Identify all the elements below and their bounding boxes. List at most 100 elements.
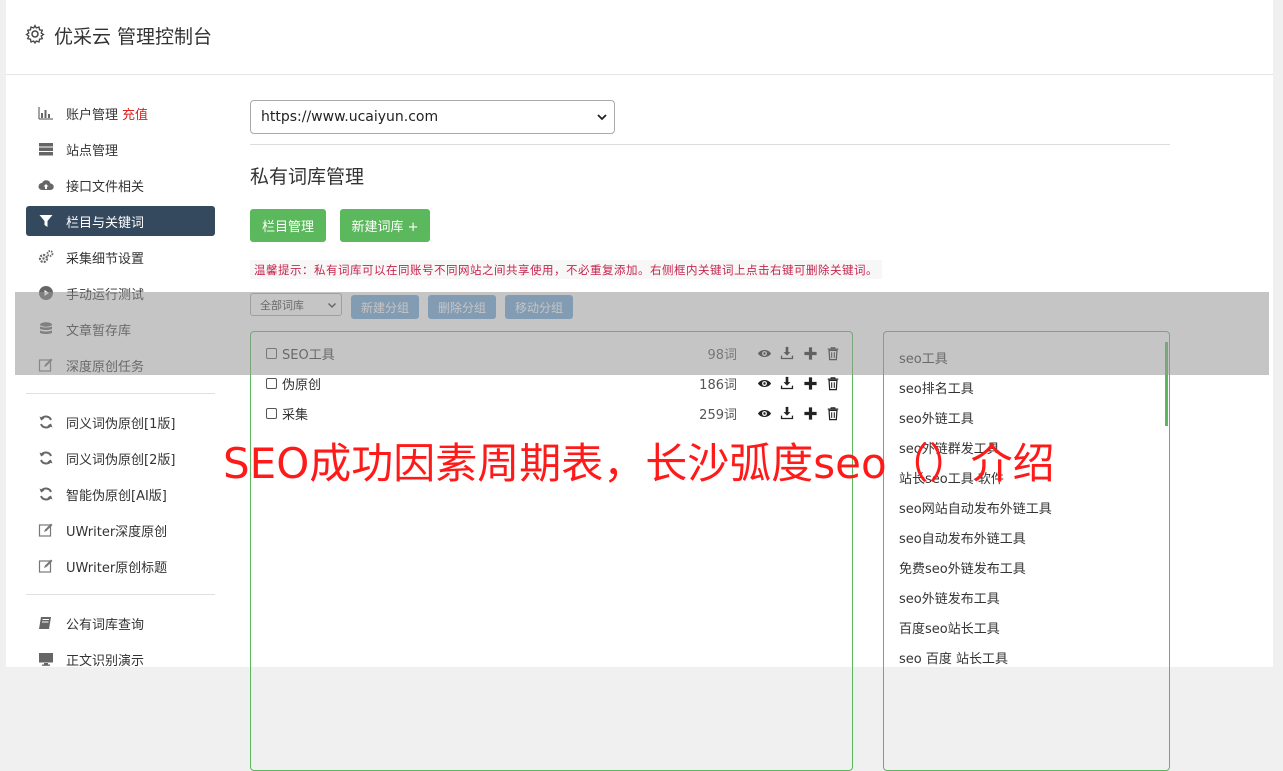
move-group-button[interactable]: 移动分组 xyxy=(505,295,573,319)
eye-icon[interactable] xyxy=(756,375,772,391)
bar-chart-icon xyxy=(38,105,54,121)
divider xyxy=(250,144,1170,145)
edit-icon xyxy=(38,357,54,373)
sidebar-item-label: 文章暂存库 xyxy=(66,323,132,339)
sidebar-item-label: 深度原创任务 xyxy=(66,359,145,375)
trash-icon[interactable] xyxy=(825,345,841,361)
sidebar-item-sites[interactable]: 站点管理 xyxy=(26,131,215,167)
sidebar-item-label: 采集细节设置 xyxy=(66,251,145,267)
lexicon-name[interactable]: 伪原创 xyxy=(282,374,321,393)
lexicon-checkbox[interactable] xyxy=(266,347,277,359)
refresh-icon xyxy=(38,486,54,502)
lexicon-list-panel: SEO工具 98词 伪原创 186词 采集 259词 xyxy=(250,331,853,771)
page-title: 优采云 管理控制台 xyxy=(54,26,213,48)
sidebar-item-label: 正文识别演示 xyxy=(66,653,145,669)
column-manage-button[interactable]: 栏目管理 xyxy=(250,209,326,242)
lexicon-checkbox[interactable] xyxy=(266,407,277,419)
site-select[interactable]: https://www.ucaiyun.com xyxy=(250,100,615,134)
keyword-item[interactable]: seo外链发布工具 xyxy=(899,588,1000,607)
keyword-item[interactable]: 站长seo工具 软件 xyxy=(899,468,1004,487)
header: 优采云 管理控制台 xyxy=(6,0,1273,75)
group-select[interactable]: 全部词库 xyxy=(250,293,342,316)
tip-text: 温馨提示：私有词库可以在同账号不同网站之间共享使用，不必重复添加。右侧框内关键词… xyxy=(250,260,882,279)
filter-icon xyxy=(38,213,54,229)
eye-icon[interactable] xyxy=(756,405,772,421)
sidebar-item-manual-run[interactable]: 手动运行测试 xyxy=(26,275,215,311)
keyword-item[interactable]: 免费seo外链发布工具 xyxy=(899,558,1026,577)
keyword-item[interactable]: seo外链群发工具 xyxy=(899,438,1000,457)
sidebar: 账户管理 充值 站点管理 接口文件相关 栏目与关键词 采集细节设置 手动运行测试… xyxy=(26,95,215,677)
sidebar-item-ai-rewrite[interactable]: 智能伪原创[AI版] xyxy=(26,476,215,512)
plus-icon[interactable] xyxy=(802,405,818,421)
lexicon-count: 186词 xyxy=(699,377,737,393)
sidebar-item-account[interactable]: 账户管理 充值 xyxy=(26,95,215,131)
sidebar-item-article-store[interactable]: 文章暂存库 xyxy=(26,311,215,347)
lexicon-count: 259词 xyxy=(699,407,737,423)
sidebar-item-uwriter-title[interactable]: UWriter原创标题 xyxy=(26,548,215,584)
recharge-link[interactable]: 充值 xyxy=(122,104,148,123)
plus-icon[interactable] xyxy=(802,345,818,361)
sidebar-item-label: 栏目与关键词 xyxy=(66,215,145,231)
sidebar-item-uwriter-deep[interactable]: UWriter深度原创 xyxy=(26,512,215,548)
sidebar-item-synonym-v1[interactable]: 同义词伪原创[1版] xyxy=(26,404,215,440)
delete-group-button[interactable]: 删除分组 xyxy=(428,295,496,319)
gears-icon xyxy=(38,249,54,265)
refresh-icon xyxy=(38,414,54,430)
console-frame: 优采云 管理控制台 账户管理 充值 站点管理 接口文件相关 栏目与关键词 采集细… xyxy=(6,0,1273,771)
keyword-item[interactable]: 百度seo站长工具 xyxy=(899,618,1000,637)
refresh-icon xyxy=(38,450,54,466)
cloud-upload-icon xyxy=(38,177,54,193)
edit-icon xyxy=(38,522,54,538)
play-circle-icon xyxy=(38,285,54,301)
plus-icon[interactable] xyxy=(802,375,818,391)
chevron-down-icon xyxy=(327,300,337,310)
trash-icon[interactable] xyxy=(825,405,841,421)
scrollbar[interactable] xyxy=(1165,342,1168,426)
server-icon xyxy=(38,141,54,157)
sidebar-divider xyxy=(26,594,215,595)
site-select-value: https://www.ucaiyun.com xyxy=(261,109,439,125)
download-icon[interactable] xyxy=(779,375,795,391)
eye-icon[interactable] xyxy=(756,345,772,361)
new-group-button[interactable]: 新建分组 xyxy=(351,295,419,319)
keyword-item[interactable]: seo外链工具 xyxy=(899,408,974,427)
sidebar-item-label: 智能伪原创[AI版] xyxy=(66,488,167,504)
sidebar-item-collect-settings[interactable]: 采集细节设置 xyxy=(26,239,215,275)
database-icon xyxy=(38,321,54,337)
keyword-item[interactable]: seo工具 xyxy=(899,348,948,367)
keyword-item[interactable]: seo网站自动发布外链工具 xyxy=(899,498,1052,517)
sidebar-item-public-lexicon[interactable]: 公有词库查询 xyxy=(26,605,215,641)
sidebar-item-label: UWriter原创标题 xyxy=(66,560,168,576)
sidebar-item-columns-keywords[interactable]: 栏目与关键词 xyxy=(26,206,215,236)
sidebar-item-label: 接口文件相关 xyxy=(66,179,145,195)
lexicon-name[interactable]: SEO工具 xyxy=(282,344,335,363)
new-lexicon-button[interactable]: 新建词库 + xyxy=(340,209,430,242)
monitor-icon xyxy=(38,651,54,667)
sidebar-item-label: 公有词库查询 xyxy=(66,617,145,633)
keyword-list-panel: seo工具 seo排名工具 seo外链工具 seo外链群发工具 站长seo工具 … xyxy=(883,331,1170,771)
keyword-item[interactable]: seo自动发布外链工具 xyxy=(899,528,1026,547)
gear-icon xyxy=(25,24,45,45)
lexicon-row: 采集 259词 xyxy=(266,402,841,424)
sidebar-item-label: 同义词伪原创[1版] xyxy=(66,416,176,432)
sidebar-item-api-files[interactable]: 接口文件相关 xyxy=(26,167,215,203)
sidebar-item-text-recognition[interactable]: 正文识别演示 xyxy=(26,641,215,677)
chevron-down-icon xyxy=(596,111,608,123)
lexicon-name[interactable]: 采集 xyxy=(282,404,308,423)
download-icon[interactable] xyxy=(779,345,795,361)
keyword-item[interactable]: seo 百度 站长工具 xyxy=(899,648,1008,667)
lexicon-row: 伪原创 186词 xyxy=(266,372,841,394)
sidebar-item-label: 账户管理 xyxy=(66,107,119,123)
sidebar-divider xyxy=(26,393,215,394)
trash-icon[interactable] xyxy=(825,375,841,391)
sidebar-item-synonym-v2[interactable]: 同义词伪原创[2版] xyxy=(26,440,215,476)
download-icon[interactable] xyxy=(779,405,795,421)
lexicon-row: SEO工具 98词 xyxy=(266,342,841,364)
sidebar-item-label: UWriter深度原创 xyxy=(66,524,168,540)
sidebar-item-label: 手动运行测试 xyxy=(66,287,145,303)
group-select-value: 全部词库 xyxy=(260,298,304,312)
lexicon-checkbox[interactable] xyxy=(266,377,277,389)
keyword-item[interactable]: seo排名工具 xyxy=(899,378,974,397)
lexicon-count: 98词 xyxy=(707,347,737,363)
sidebar-item-deep-original[interactable]: 深度原创任务 xyxy=(26,347,215,383)
